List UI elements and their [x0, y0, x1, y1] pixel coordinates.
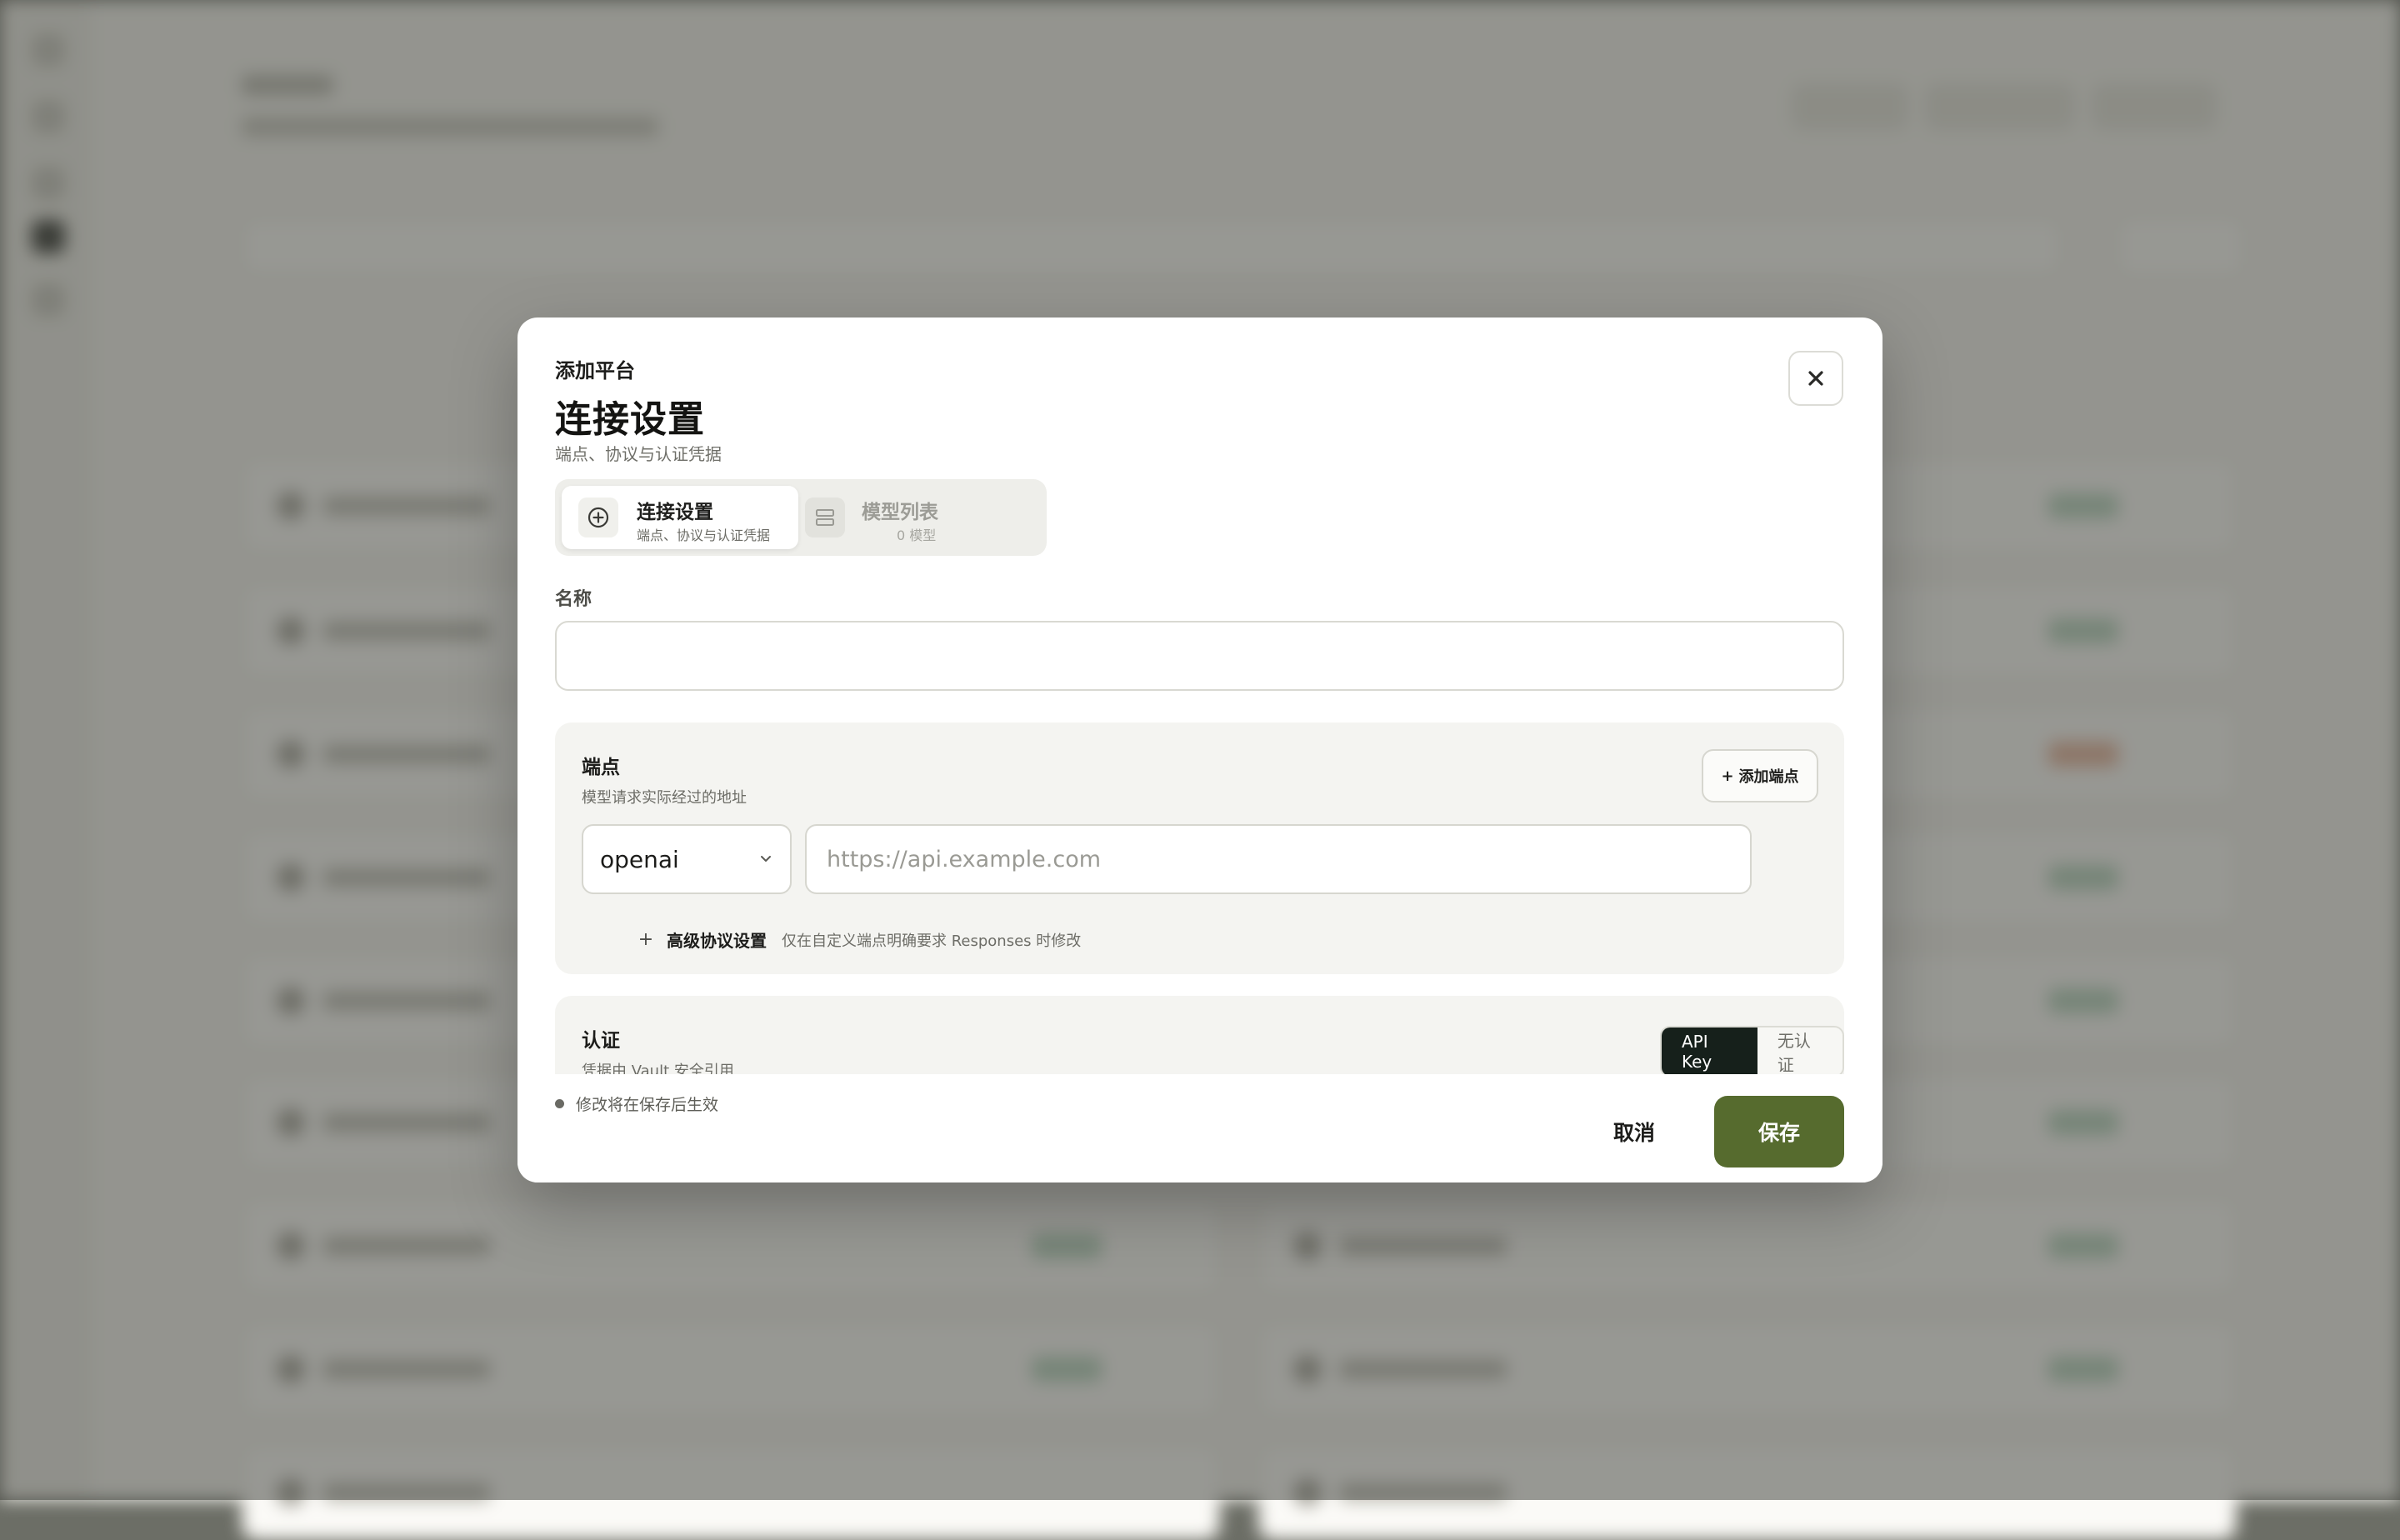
- plus-icon: +: [1721, 767, 1734, 785]
- auth-option-api-key[interactable]: API Key: [1662, 1028, 1758, 1076]
- endpoint-url-input[interactable]: [805, 824, 1752, 894]
- protocol-select[interactable]: openai: [582, 824, 792, 894]
- tab-sublabel: 0 模型: [897, 528, 937, 543]
- dialog-subtitle: 端点、协议与认证凭据: [555, 444, 722, 464]
- tab-sublabel: 端点、协议与认证凭据: [637, 528, 771, 543]
- status-dot-icon: [555, 1099, 564, 1108]
- step-tabs: 连接设置 端点、协议与认证凭据 模型列表 0 模型: [555, 479, 1047, 556]
- protocol-value: openai: [600, 845, 679, 873]
- dialog-footer: 修改将在保存后生效 取消 保存: [518, 1074, 1882, 1182]
- name-input[interactable]: [555, 621, 1844, 691]
- footer-note-text: 修改将在保存后生效: [576, 1096, 719, 1114]
- cancel-button[interactable]: 取消: [1572, 1096, 1697, 1168]
- advanced-protocol-toggle[interactable]: + 高级协议设置 仅在自定义端点明确要求 Responses 时修改: [637, 928, 1082, 952]
- tab-label: 连接设置: [637, 502, 713, 523]
- auth-title: 认证: [582, 1030, 620, 1052]
- save-button[interactable]: 保存: [1714, 1096, 1844, 1168]
- close-button[interactable]: [1788, 351, 1843, 406]
- add-endpoint-label: 添加端点: [1738, 768, 1799, 786]
- plus-icon: +: [638, 929, 654, 950]
- auth-option-none[interactable]: 无认证: [1757, 1028, 1842, 1076]
- tab-label: 模型列表: [862, 502, 938, 523]
- endpoint-title: 端点: [582, 757, 620, 778]
- list-icon: [805, 498, 845, 538]
- endpoint-description: 模型请求实际经过的地址: [582, 789, 747, 807]
- add-platform-dialog: 添加平台 连接设置 端点、协议与认证凭据 连接设置 端点、协议与认证凭据 模型列…: [518, 318, 1882, 1182]
- tab-connection-settings[interactable]: 连接设置 端点、协议与认证凭据: [562, 486, 798, 549]
- dialog-eyebrow: 添加平台: [555, 359, 635, 382]
- close-icon: [1808, 371, 1823, 386]
- dialog-title: 连接设置: [555, 398, 705, 441]
- advanced-label: 高级协议设置: [667, 931, 767, 951]
- tab-model-list[interactable]: 模型列表 0 模型: [805, 486, 1042, 549]
- footer-note: 修改将在保存后生效: [555, 1092, 718, 1115]
- chevron-down-icon: [761, 856, 771, 862]
- add-endpoint-button[interactable]: + 添加端点: [1702, 749, 1818, 802]
- advanced-note: 仅在自定义端点明确要求 Responses 时修改: [782, 932, 1082, 950]
- name-field-label: 名称: [555, 589, 592, 610]
- auth-mode-toggle: API Key 无认证: [1660, 1026, 1844, 1078]
- endpoint-section: 端点 模型请求实际经过的地址 + 添加端点 openai + 高级协议设置 仅在…: [555, 722, 1844, 974]
- plus-circle-icon: [578, 498, 618, 538]
